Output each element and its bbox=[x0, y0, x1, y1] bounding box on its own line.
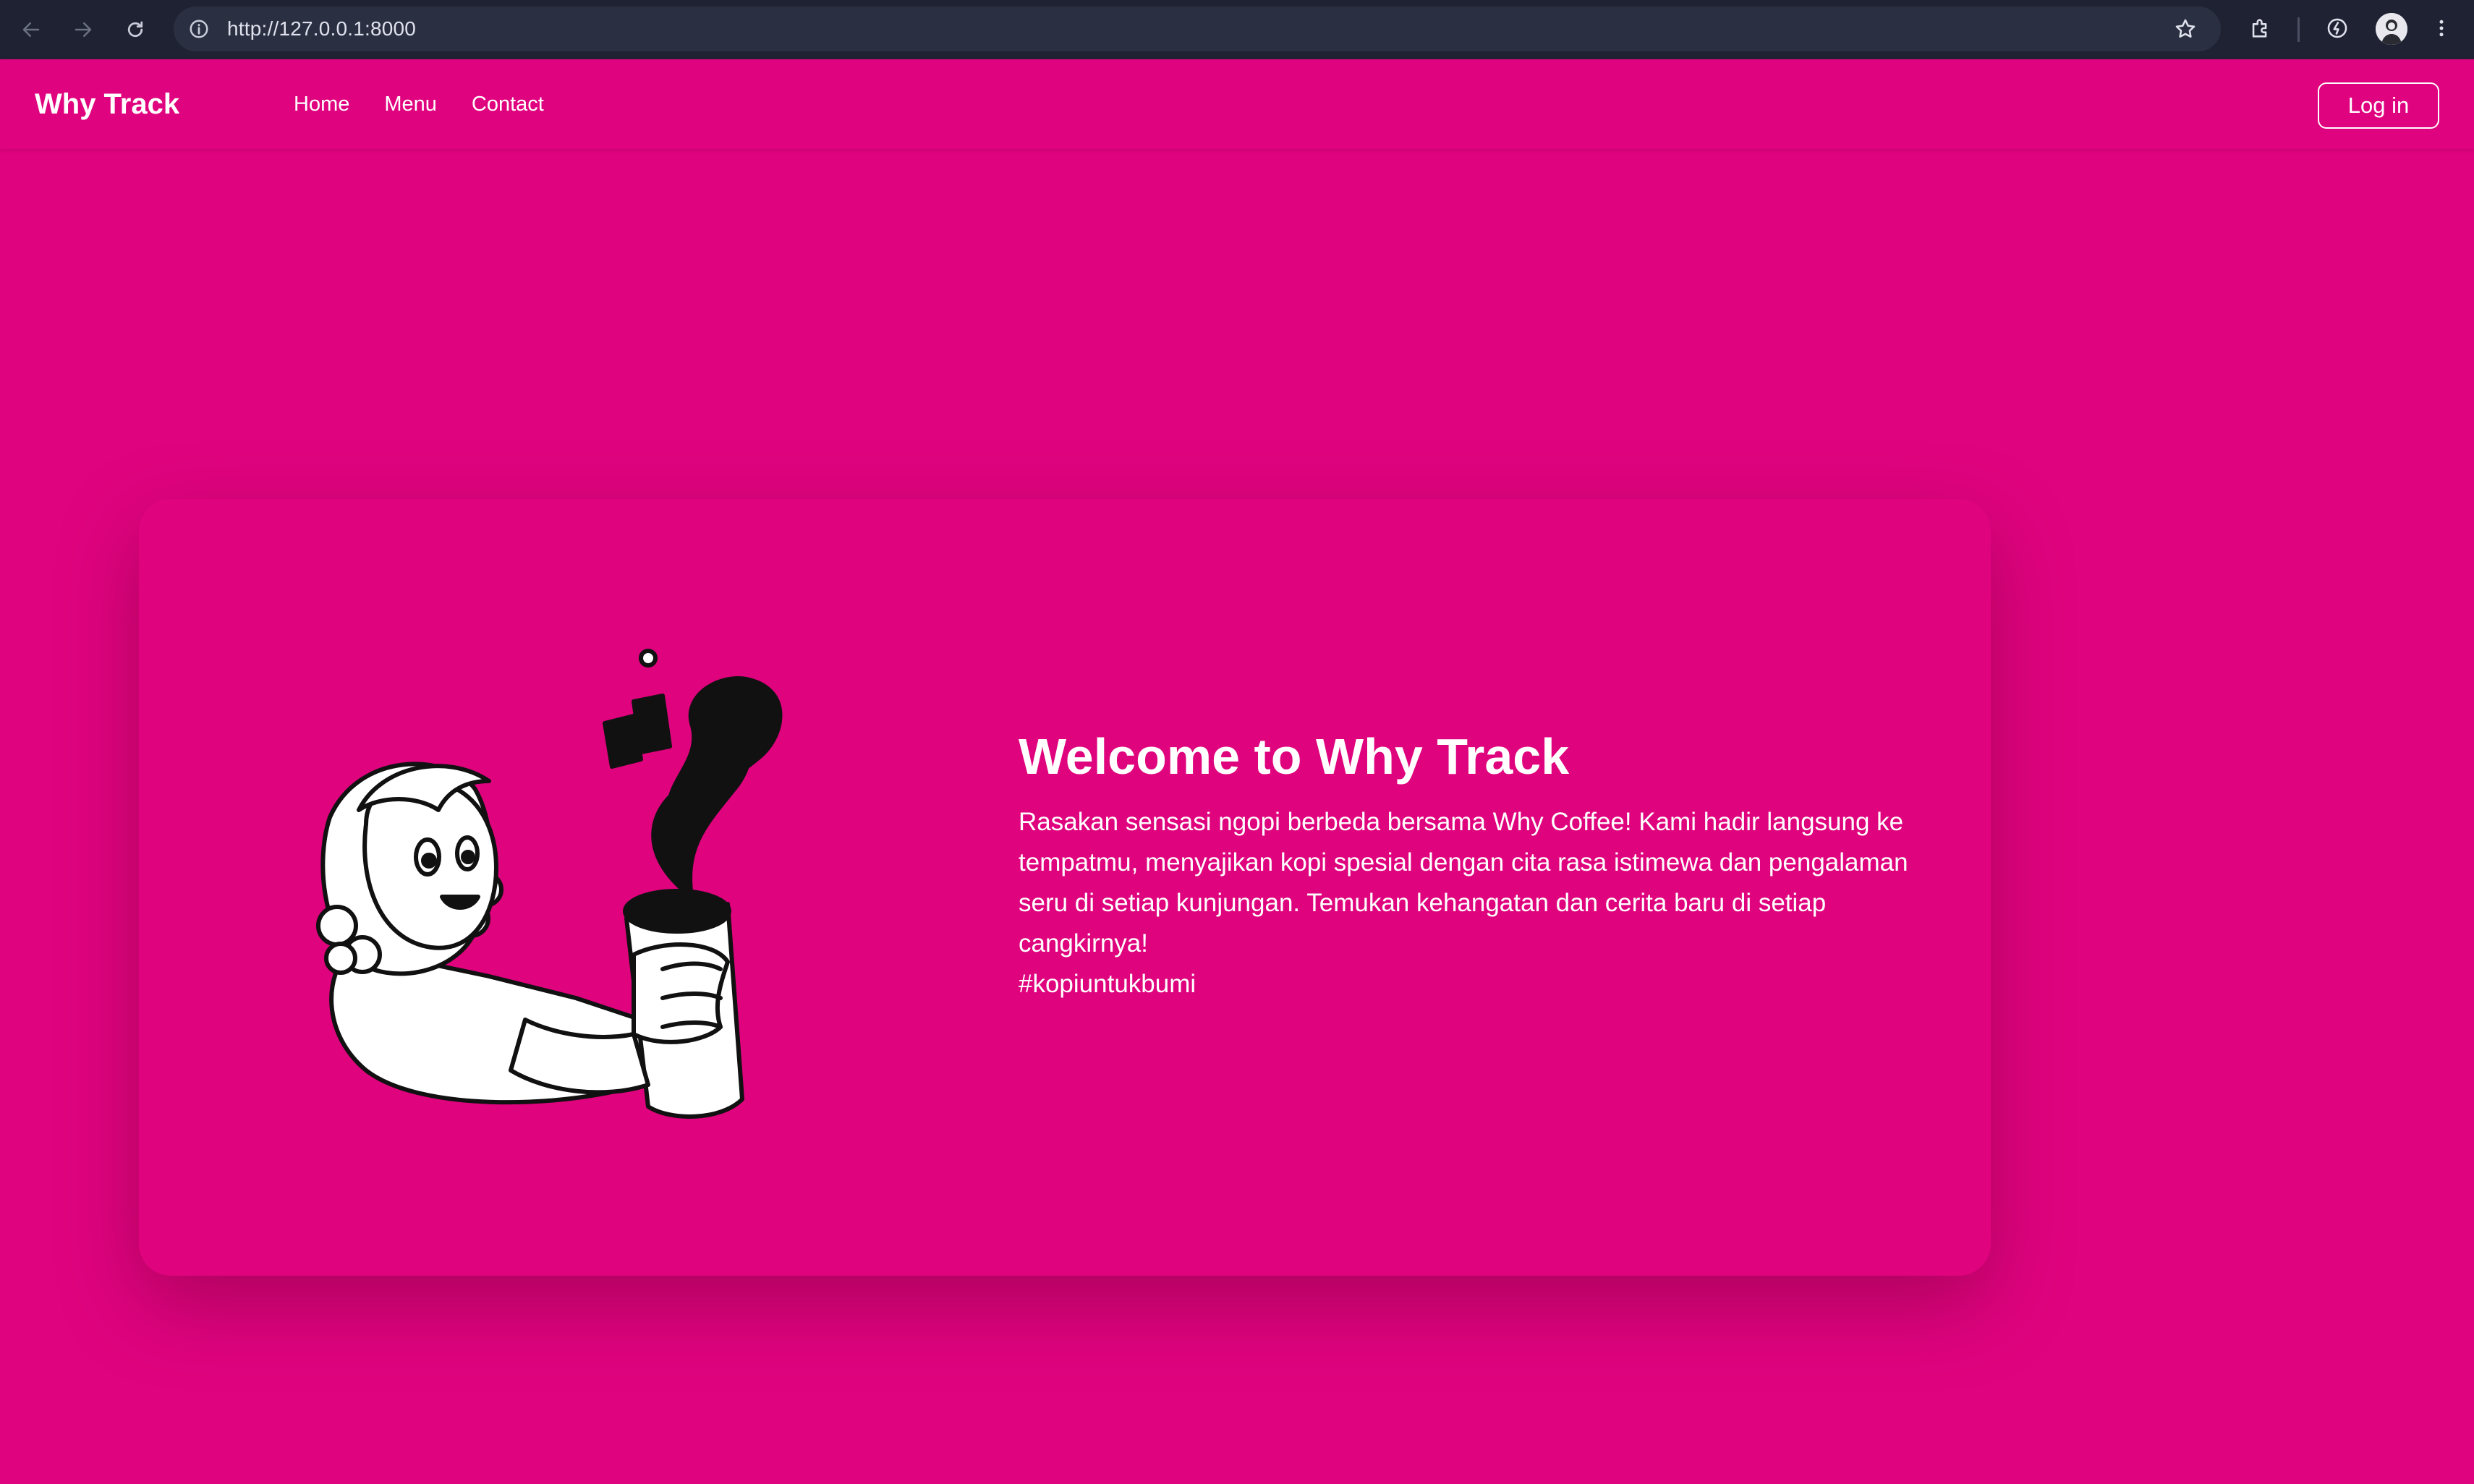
forward-button[interactable] bbox=[67, 13, 100, 46]
main-nav: Home Menu Contact bbox=[294, 59, 579, 149]
hero-text: Welcome to Why Track Rasakan sensasi ngo… bbox=[1019, 729, 1959, 1005]
extensions-button[interactable] bbox=[2244, 12, 2277, 45]
reload-icon bbox=[127, 21, 143, 38]
bookmark-star-icon[interactable] bbox=[2173, 17, 2198, 41]
nav-contact[interactable]: Contact bbox=[472, 93, 544, 116]
hero-title: Welcome to Why Track bbox=[1019, 728, 1570, 785]
url-text[interactable]: http://127.0.0.1:8000 bbox=[227, 7, 416, 51]
address-bar[interactable]: http://127.0.0.1:8000 bbox=[174, 7, 2221, 51]
back-button[interactable] bbox=[14, 13, 48, 46]
reload-button[interactable] bbox=[119, 13, 152, 46]
toolbar-divider bbox=[2297, 17, 2300, 42]
hero-description: Rasakan sensasi ngopi berbeda bersama Wh… bbox=[1019, 808, 1908, 958]
browser-toolbar: http://127.0.0.1:8000 bbox=[0, 0, 2474, 59]
login-button[interactable]: Log in bbox=[2318, 82, 2439, 129]
brand-logo[interactable]: Why Track bbox=[35, 59, 179, 149]
speedometer-icon bbox=[2327, 18, 2347, 38]
avatar-icon bbox=[2376, 13, 2407, 45]
hero-card: Welcome to Why Track Rasakan sensasi ngo… bbox=[139, 499, 1991, 1276]
arrow-left-icon bbox=[22, 22, 40, 37]
browser-menu-button[interactable] bbox=[2425, 12, 2458, 45]
coffee-girl-illustration bbox=[286, 615, 909, 1121]
nav-menu[interactable]: Menu bbox=[384, 93, 437, 116]
hero-hashtag: #kopiuntukbumi bbox=[1019, 970, 1196, 998]
kebab-menu-icon bbox=[2439, 20, 2444, 37]
coffee-girl-icon bbox=[316, 649, 783, 1119]
performance-button[interactable] bbox=[2321, 12, 2354, 45]
site-header: Why Track Home Menu Contact Log in bbox=[0, 59, 2474, 149]
profile-avatar[interactable] bbox=[2376, 13, 2407, 45]
nav-home[interactable]: Home bbox=[294, 93, 349, 116]
site-info-icon[interactable] bbox=[188, 18, 210, 40]
arrow-right-icon bbox=[75, 22, 92, 37]
puzzle-icon bbox=[2252, 19, 2267, 38]
